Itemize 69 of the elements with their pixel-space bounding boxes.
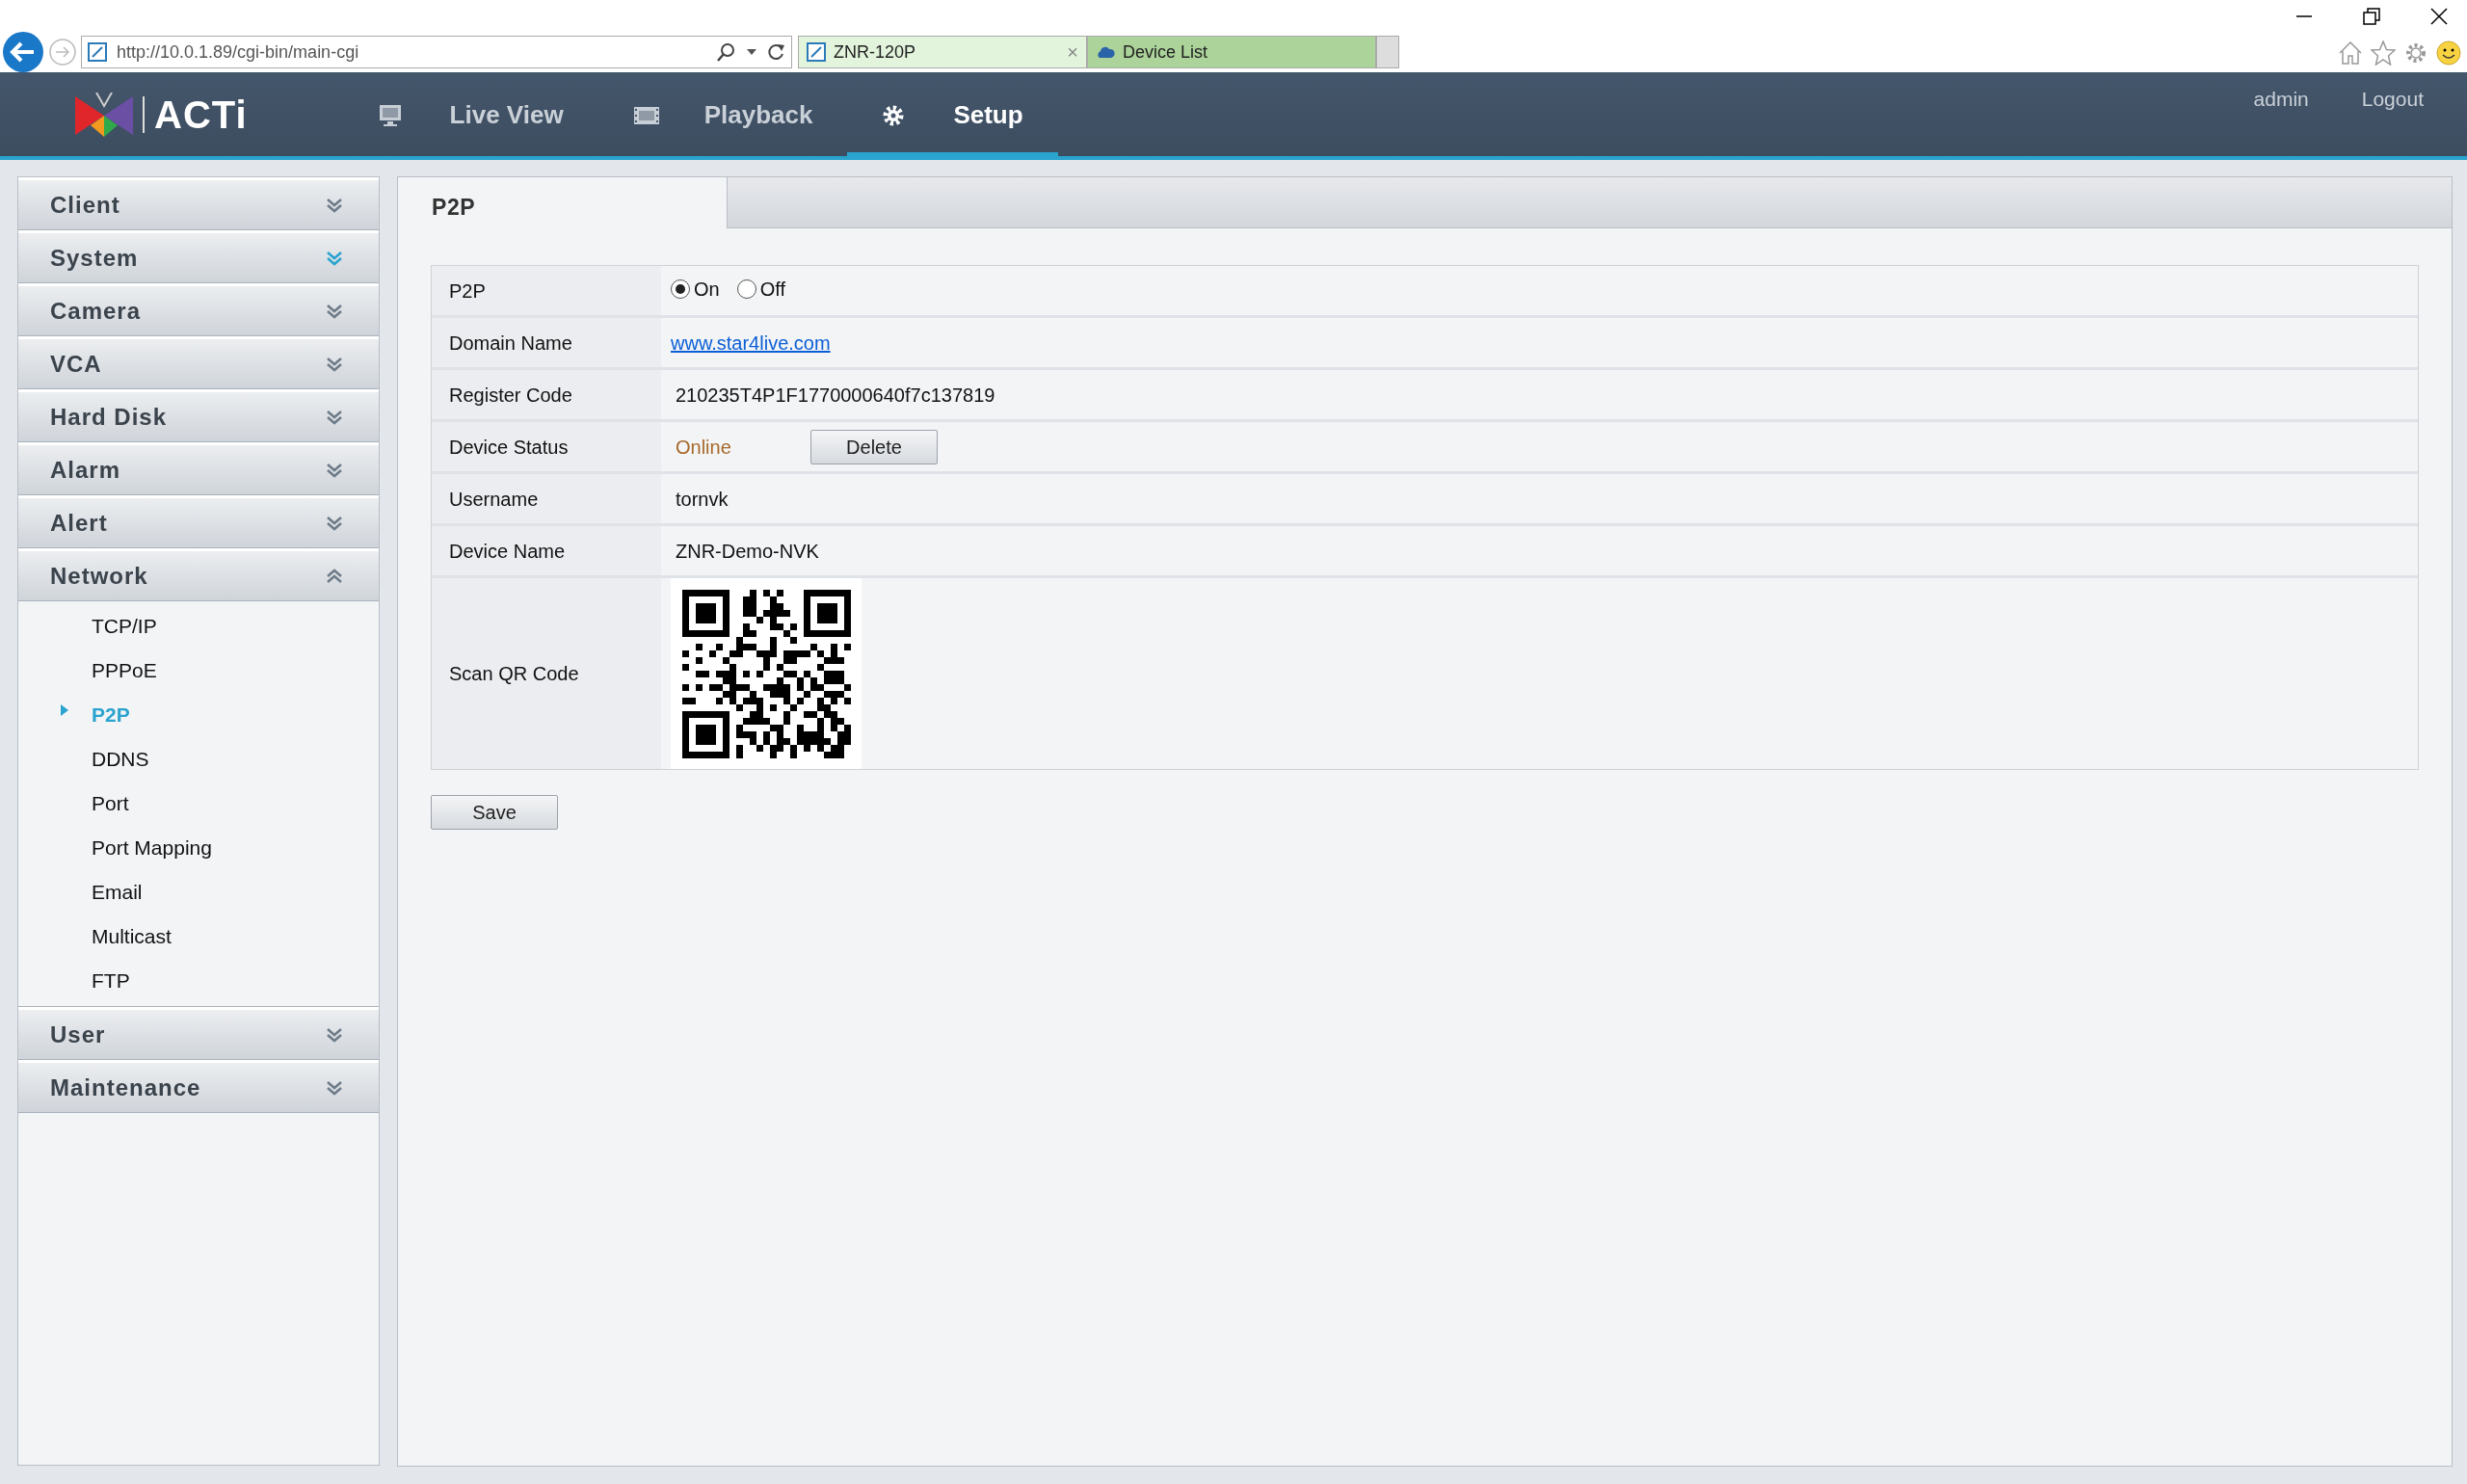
refresh-icon[interactable] <box>766 42 785 62</box>
star-icon[interactable] <box>2371 40 2396 66</box>
save-button[interactable]: Save <box>431 795 558 830</box>
sidebar-link[interactable]: Email <box>92 877 143 908</box>
field-label: Device Name <box>449 539 566 564</box>
sidebar-link[interactable]: TCP/IP <box>92 611 157 642</box>
sidebar-section-header[interactable]: Client <box>18 177 379 230</box>
page-icon <box>807 42 826 62</box>
address-field[interactable]: http://10.0.1.89/cgi-bin/main-cgi <box>81 36 792 68</box>
expand-icon <box>327 1026 342 1043</box>
browser-tab[interactable]: ZNR-120P × <box>798 36 1087 68</box>
expand-icon <box>327 356 342 372</box>
sidebar-section-header[interactable]: VCA <box>18 336 379 389</box>
expand-icon <box>327 303 342 319</box>
field-value: tornvk <box>676 487 729 512</box>
home-icon[interactable] <box>2338 40 2363 66</box>
logo-divider <box>143 96 145 133</box>
sidebar-section-header[interactable]: Hard Disk <box>18 389 379 442</box>
smiley-icon[interactable] <box>2436 40 2461 66</box>
logo-text: ACTi <box>154 95 248 134</box>
sidebar-section-header[interactable]: Maintenance <box>18 1060 379 1113</box>
username-label: admin <box>2253 87 2309 112</box>
page-icon <box>88 42 107 62</box>
nav-tab[interactable]: Live View <box>343 72 598 156</box>
sidebar-section-header[interactable]: Camera <box>18 283 379 336</box>
delete-button[interactable]: Delete <box>810 429 938 464</box>
field-label: Device Status <box>449 435 569 460</box>
radio-option[interactable]: Off <box>736 274 785 304</box>
expand-icon <box>327 197 342 213</box>
nav-tab[interactable]: Playback <box>597 72 848 156</box>
status-text: Online <box>676 435 732 460</box>
expand-icon <box>327 462 342 478</box>
sidebar-section-header[interactable]: User <box>18 1007 379 1060</box>
logout-link[interactable]: Logout <box>2361 84 2424 115</box>
expand-icon <box>327 1079 342 1096</box>
sidebar-section-header[interactable]: System <box>18 230 379 283</box>
browser-tab[interactable]: Device List <box>1087 36 1376 68</box>
expand-icon <box>327 409 342 425</box>
logo-icon <box>75 93 133 137</box>
sidebar-link[interactable]: DDNS <box>92 744 149 775</box>
expand-icon <box>327 515 342 531</box>
dropdown-caret-icon[interactable] <box>747 49 756 55</box>
sidebar-section-header[interactable]: Alarm <box>18 442 379 495</box>
search-icon[interactable] <box>716 41 737 63</box>
back-icon[interactable] <box>2 31 44 73</box>
field-label: Username <box>449 487 539 512</box>
field-label: Register Code <box>449 383 572 408</box>
field-value: 210235T4P1F1770000640f7c137819 <box>676 383 995 408</box>
cloud-icon <box>1096 45 1115 59</box>
restore-icon[interactable] <box>2363 8 2380 25</box>
sidebar-section-header[interactable]: Alert <box>18 495 379 548</box>
expand-icon <box>327 250 342 266</box>
field-label: Domain Name <box>449 331 572 356</box>
collapse-icon <box>327 568 342 584</box>
sidebar-link[interactable]: PPPoE <box>92 655 157 686</box>
panel-tab[interactable]: P2P <box>432 195 476 220</box>
close-icon[interactable] <box>2430 8 2448 25</box>
sidebar-section-header[interactable]: Network <box>18 548 379 601</box>
sidebar-link[interactable]: FTP <box>92 966 130 996</box>
sidebar-link[interactable]: Port Mapping <box>92 833 212 863</box>
field-value: ZNR-Demo-NVK <box>676 539 819 564</box>
field-label: P2P <box>449 278 486 304</box>
sidebar-link[interactable]: Multicast <box>92 921 172 952</box>
sidebar-link[interactable]: Port <box>92 788 129 819</box>
radio-option[interactable]: On <box>671 274 720 304</box>
settings-icon[interactable] <box>2403 40 2428 66</box>
selected-arrow-icon <box>61 704 68 716</box>
domain-link[interactable]: www.star4live.com <box>671 328 831 358</box>
field-label: Scan QR Code <box>449 662 579 686</box>
